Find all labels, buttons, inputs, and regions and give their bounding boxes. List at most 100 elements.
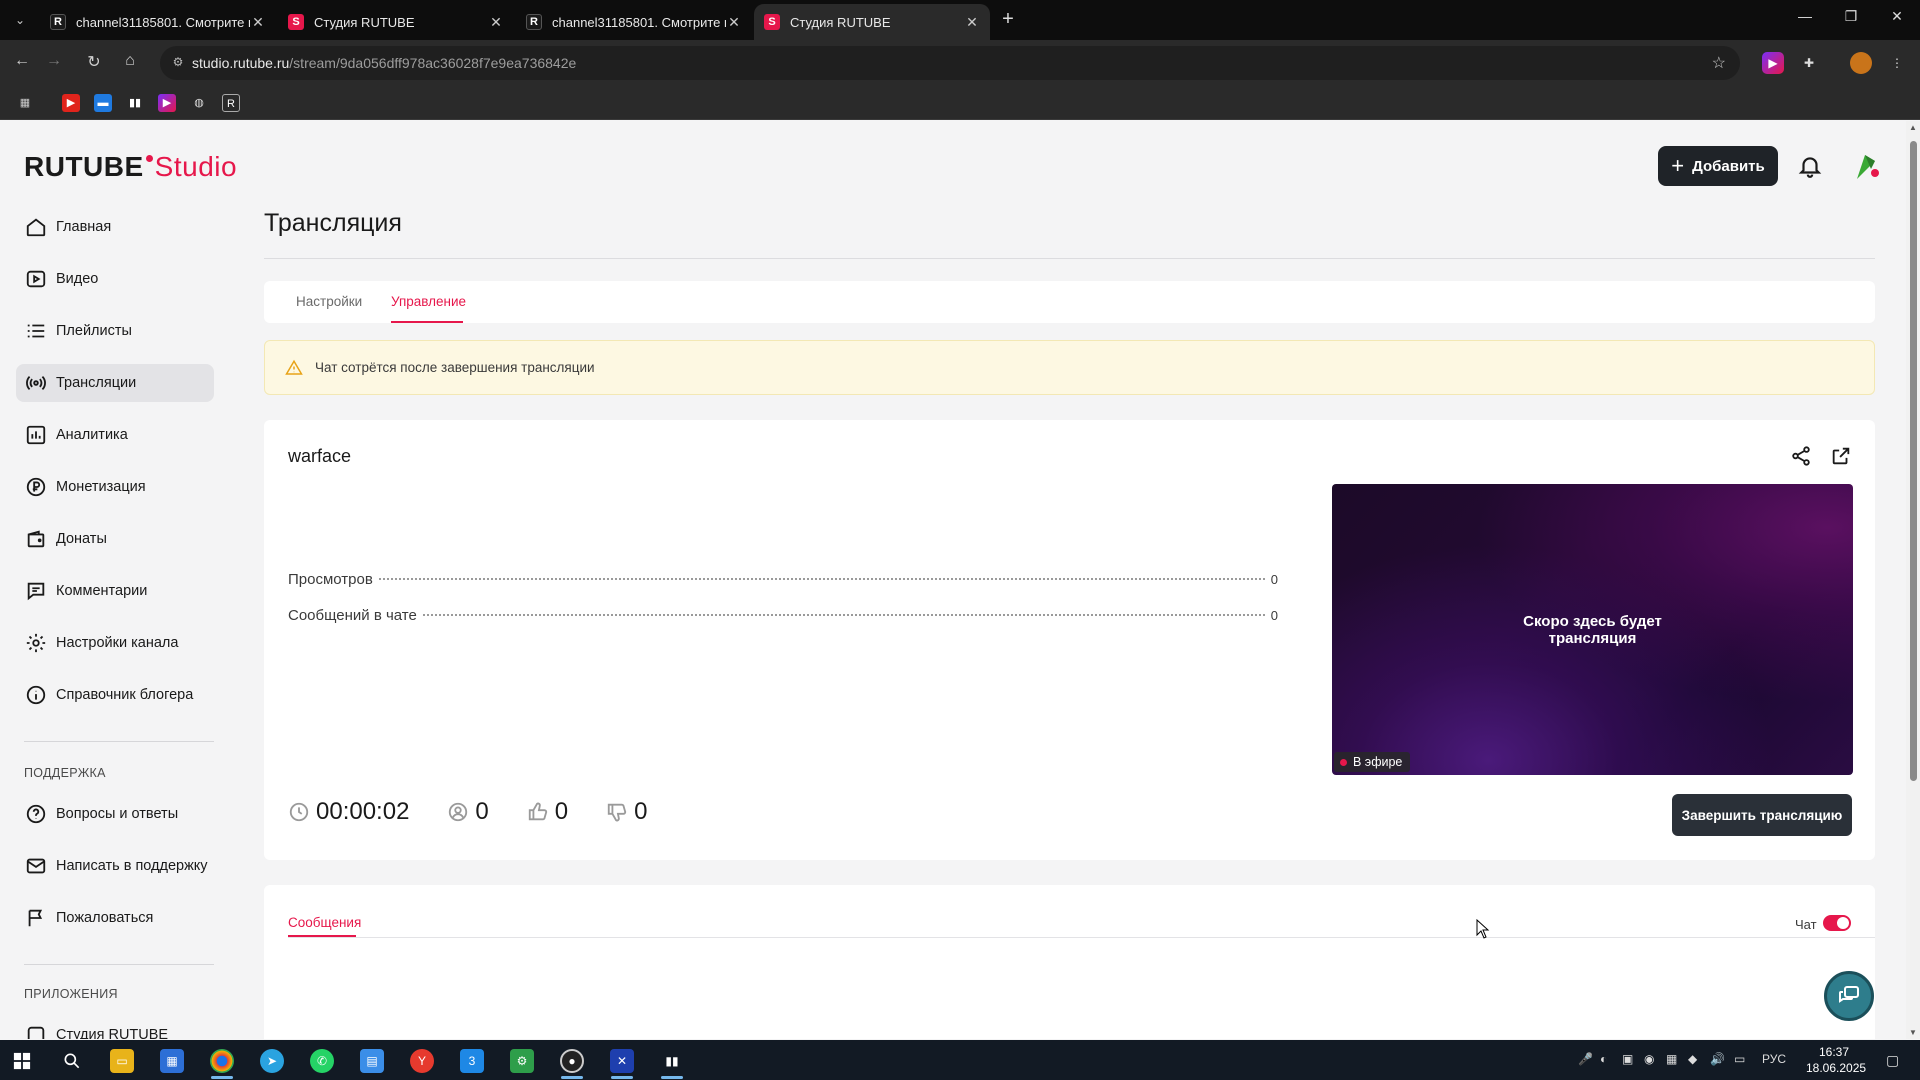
scrollbar-thumb[interactable] xyxy=(1910,141,1917,781)
youtube-bookmark-icon[interactable]: ▶ xyxy=(62,94,80,112)
system-clock[interactable]: 16:37 18.06.2025 xyxy=(1806,1044,1866,1076)
stream-bookmark-icon[interactable]: ▶ xyxy=(158,94,176,112)
close-tab-icon[interactable]: ✕ xyxy=(726,14,742,31)
stat-value: 0 xyxy=(1270,608,1278,623)
analytics-bookmark-icon[interactable]: ▮▮ xyxy=(126,94,144,112)
news-app-icon[interactable]: ▤ xyxy=(360,1049,384,1073)
windows-start-icon[interactable] xyxy=(10,1049,34,1073)
tab-settings[interactable]: Настройки xyxy=(296,294,362,309)
thumbs-down-icon xyxy=(607,803,627,822)
notifications-center-icon[interactable]: ▢ xyxy=(1886,1052,1899,1069)
active-tab-underline xyxy=(391,321,463,323)
network-icon[interactable]: ▭ xyxy=(1734,1052,1745,1066)
tray-app-icon[interactable]: ▣ xyxy=(1622,1052,1633,1066)
chrome-icon[interactable] xyxy=(210,1049,234,1073)
telegram-icon[interactable]: ➤ xyxy=(260,1049,284,1073)
yandex-browser-icon[interactable]: Y xyxy=(410,1049,434,1073)
site-info-icon[interactable]: ⚙ xyxy=(170,55,186,71)
sidebar-item-channel-settings[interactable]: Настройки канала xyxy=(16,624,214,662)
nvidia-tray-icon[interactable]: ◆ xyxy=(1688,1052,1697,1066)
chat-bookmark-icon[interactable]: ▬ xyxy=(94,94,112,112)
sidebar-item-home[interactable]: Главная xyxy=(16,208,214,246)
share-icon[interactable] xyxy=(1790,445,1812,467)
sidebar-item-label: Вопросы и ответы xyxy=(56,806,179,822)
sidebar-item-playlists[interactable]: Плейлисты xyxy=(16,312,214,350)
new-tab-plus-icon[interactable]: + xyxy=(996,8,1020,31)
restore-window-icon[interactable]: ❐ xyxy=(1836,8,1866,25)
sidebar-item-write-support[interactable]: Написать в поддержку xyxy=(16,847,214,885)
sidebar-item-faq[interactable]: Вопросы и ответы xyxy=(16,795,214,833)
sidebar-item-label: Трансляции xyxy=(56,375,137,391)
stat-views-row: Просмотров 0 xyxy=(288,571,1278,588)
globe-bookmark-icon[interactable]: ◍ xyxy=(190,94,208,112)
address-bar[interactable]: ⚙ studio.rutube.ru/stream/9da056dff978ac… xyxy=(160,46,1740,80)
notifications-bell-icon[interactable] xyxy=(1797,153,1823,179)
tab-search-chevron-icon[interactable]: ⌄ xyxy=(8,9,32,31)
profile-avatar-icon[interactable] xyxy=(1850,52,1872,74)
tab-management[interactable]: Управление xyxy=(391,294,466,309)
xbox-app-icon[interactable]: ✕ xyxy=(610,1049,634,1073)
file-explorer-icon[interactable]: ▭ xyxy=(110,1049,134,1073)
sidebar-item-broadcasts[interactable]: Трансляции xyxy=(16,364,214,402)
sidebar-item-label: Донаты xyxy=(56,531,107,547)
rutube-bookmark-icon[interactable]: R xyxy=(222,94,240,112)
bookmark-star-icon[interactable]: ☆ xyxy=(1712,53,1726,73)
language-indicator[interactable]: РУС xyxy=(1762,1052,1786,1066)
app-3-icon[interactable]: 3 xyxy=(460,1049,484,1073)
back-arrow-icon[interactable]: ← xyxy=(10,52,34,70)
sidebar-item-label: Плейлисты xyxy=(56,323,132,339)
stream-preview-player[interactable]: Скоро здесь будет трансляция В эфире xyxy=(1332,484,1853,775)
extensions-puzzle-icon[interactable]: ✚ xyxy=(1798,52,1820,74)
browser-toolbar: ← → ↻ ⌂ ⚙ studio.rutube.ru/stream/9da056… xyxy=(0,40,1920,86)
forward-arrow-icon[interactable]: → xyxy=(42,52,66,70)
close-tab-icon[interactable]: ✕ xyxy=(964,14,980,31)
sidebar-item-label: Монетизация xyxy=(56,479,146,495)
browser-tab[interactable]: S Студия RUTUBE ✕ xyxy=(278,4,514,40)
close-window-icon[interactable]: ✕ xyxy=(1882,8,1912,25)
browser-tab[interactable]: R channel31185801. Смотрите ві ✕ xyxy=(40,4,276,40)
tray-app-icon[interactable]: ◐ xyxy=(1600,1052,1607,1066)
browser-tab[interactable]: R channel31185801. Смотрите ві ✕ xyxy=(516,4,752,40)
microphone-tray-icon[interactable]: 🎤 xyxy=(1578,1052,1593,1066)
search-icon[interactable] xyxy=(60,1049,84,1073)
extension-icon[interactable]: ▶ xyxy=(1762,52,1784,74)
tray-app-icon[interactable]: ▦ xyxy=(1666,1052,1677,1066)
end-stream-button[interactable]: Завершить трансляцию xyxy=(1672,794,1852,836)
tab-messages[interactable]: Сообщения xyxy=(288,915,361,930)
sidebar-item-studio-app[interactable]: Студия RUTUBE xyxy=(16,1016,214,1039)
settings-app-icon[interactable]: ⚙ xyxy=(510,1049,534,1073)
home-icon[interactable]: ⌂ xyxy=(118,52,142,70)
flag-icon xyxy=(24,906,48,930)
question-icon xyxy=(24,802,48,826)
help-chat-button[interactable] xyxy=(1824,971,1874,1021)
sidebar-item-monetization[interactable]: Монетизация xyxy=(16,468,214,506)
close-tab-icon[interactable]: ✕ xyxy=(250,14,266,31)
sidebar-support-heading: ПОДДЕРЖКА xyxy=(24,766,106,780)
browser-menu-icon[interactable]: ⋮ xyxy=(1886,52,1908,74)
sidebar-item-donations[interactable]: Донаты xyxy=(16,520,214,558)
sidebar-item-analytics[interactable]: Аналитика xyxy=(16,416,214,454)
sidebar-item-comments[interactable]: Комментарии xyxy=(16,572,214,610)
tray-app-icon[interactable]: ◉ xyxy=(1644,1052,1654,1066)
whatsapp-icon[interactable]: ✆ xyxy=(310,1049,334,1073)
reload-icon[interactable]: ↻ xyxy=(82,52,106,72)
apps-grid-icon[interactable]: ▦ xyxy=(16,94,34,112)
close-tab-icon[interactable]: ✕ xyxy=(488,14,504,31)
sidebar-item-video[interactable]: Видео xyxy=(16,260,214,298)
sidebar-item-report[interactable]: Пожаловаться xyxy=(16,899,214,937)
page-scrollbar[interactable]: ▲ ▼ xyxy=(1906,121,1920,1039)
obs-icon[interactable]: ● xyxy=(560,1049,584,1073)
store-icon[interactable]: ▦ xyxy=(160,1049,184,1073)
add-button[interactable]: + Добавить xyxy=(1658,146,1778,186)
equalizer-app-icon[interactable]: ▮▮ xyxy=(660,1049,684,1073)
browser-tab-title: channel31185801. Смотрите ві xyxy=(76,14,250,30)
open-external-icon[interactable] xyxy=(1830,445,1852,467)
minimize-window-icon[interactable]: — xyxy=(1790,8,1820,24)
sidebar-item-blogger-guide[interactable]: Справочник блогера xyxy=(16,676,214,714)
channel-avatar-icon[interactable] xyxy=(1851,151,1881,181)
rutube-studio-logo[interactable]: RUTUBE Studio xyxy=(24,151,237,183)
browser-tab-active[interactable]: S Студия RUTUBE ✕ xyxy=(754,4,990,40)
volume-icon[interactable]: 🔊 xyxy=(1710,1052,1725,1066)
sidebar-item-label: Аналитика xyxy=(56,427,128,443)
chat-toggle[interactable] xyxy=(1823,915,1851,931)
